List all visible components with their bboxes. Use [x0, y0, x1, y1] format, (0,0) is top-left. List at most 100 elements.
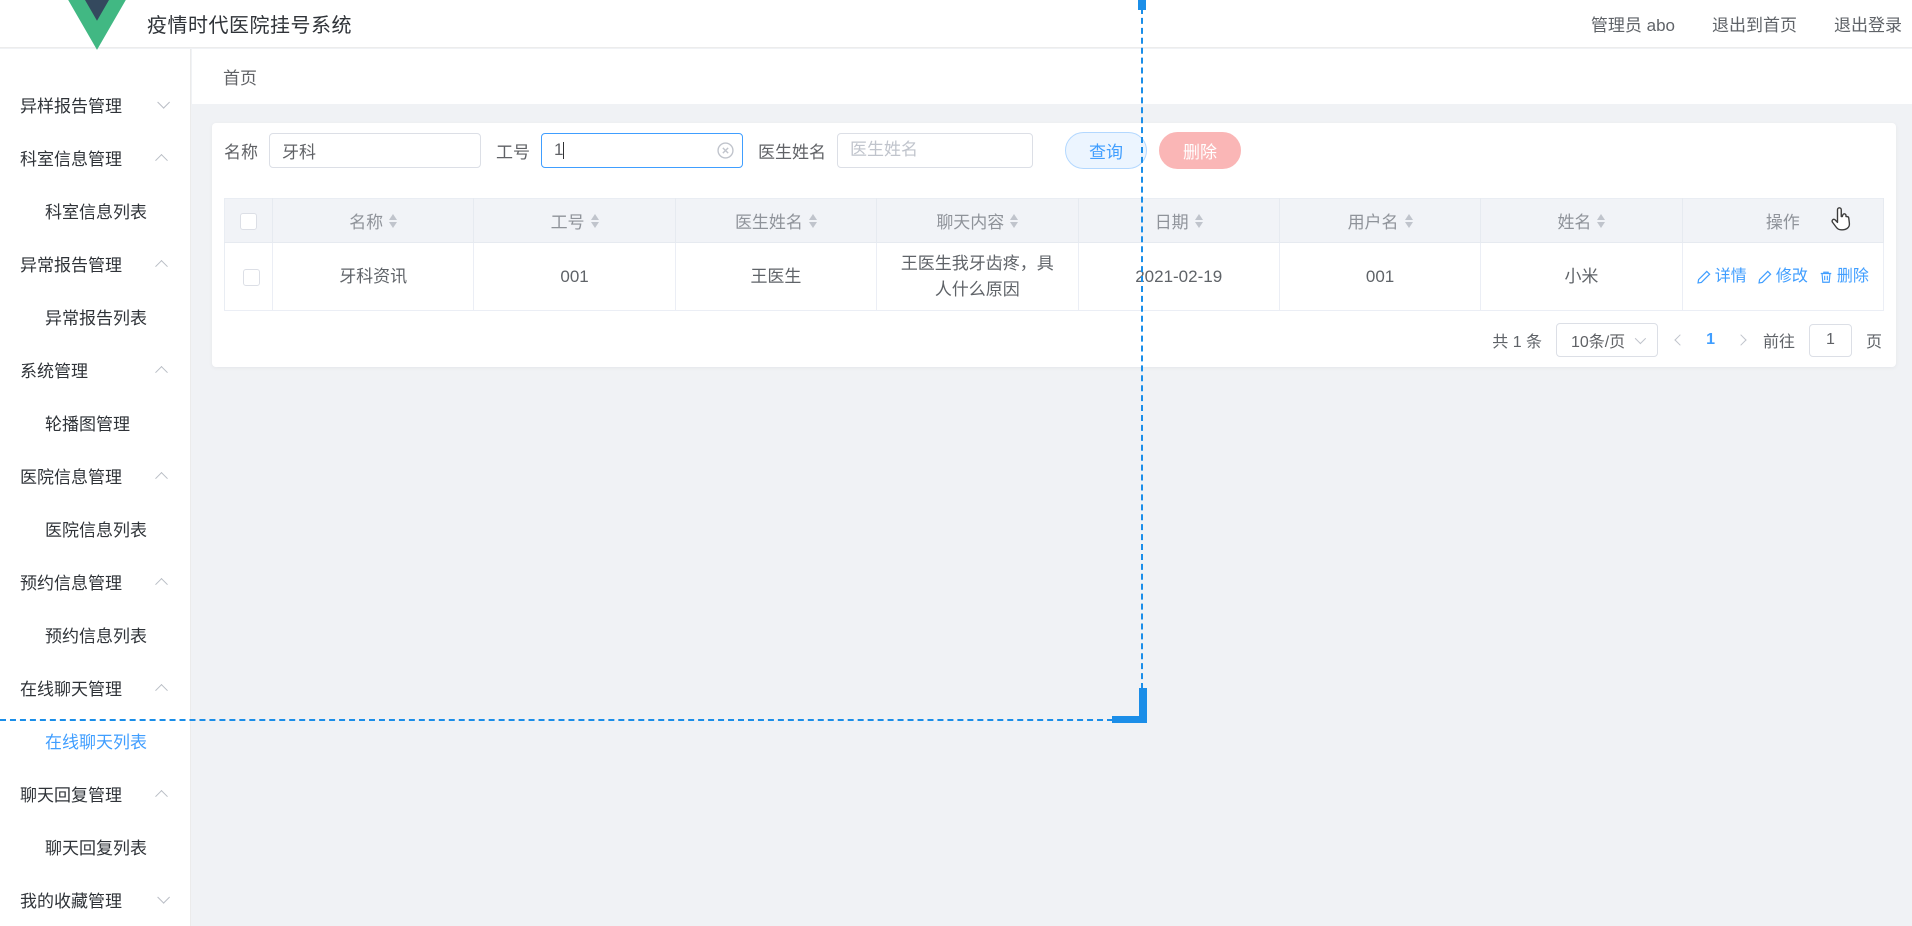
chevron-up-icon	[155, 259, 168, 273]
next-page-button[interactable]	[1733, 332, 1749, 348]
sidebar: 异样报告管理 科室信息管理 科室信息列表 异常报告管理 异常报告列表 系统管理 …	[0, 49, 191, 926]
select-all-checkbox-cell[interactable]	[224, 198, 273, 243]
column-header-username[interactable]: 用户名	[1279, 198, 1482, 243]
cell-name: 牙科资讯	[272, 242, 475, 311]
text-caret	[563, 141, 564, 159]
cell-username: 001	[1279, 242, 1482, 311]
name-label: 名称	[224, 142, 258, 162]
worker-id-label: 工号	[496, 142, 530, 162]
sidebar-group-unusual-report[interactable]: 异样报告管理	[0, 78, 190, 131]
app-header: 疫情时代医院挂号系统 管理员 abo 退出到首页 退出登录	[0, 0, 1912, 50]
pagination: 共 1 条 10条/页 1 前往 页	[224, 323, 1884, 357]
column-header-content[interactable]: 聊天内容	[876, 198, 1079, 243]
table-header-row: 名称 工号 医生姓名 聊天内容 日期 用户名 姓名 操作	[224, 198, 1885, 243]
page-size-select[interactable]: 10条/页	[1556, 323, 1659, 357]
header-user-area: 管理员 abo 退出到首页 退出登录	[1591, 11, 1912, 36]
column-header-worker-id[interactable]: 工号	[473, 198, 676, 243]
chevron-left-icon	[1674, 334, 1686, 346]
sidebar-item-carousel-management[interactable]: 轮播图管理	[0, 396, 190, 449]
sidebar-item-online-chat-list[interactable]: 在线聊天列表	[0, 714, 190, 767]
selection-corner-handle	[1112, 716, 1147, 723]
sidebar-group-chat-reply[interactable]: 聊天回复管理	[0, 767, 190, 820]
selection-line-cap	[1138, 0, 1146, 10]
breadcrumb: 首页	[192, 49, 1912, 104]
page-unit-label: 页	[1865, 334, 1882, 351]
sort-carets-icon[interactable]	[808, 213, 817, 228]
sidebar-group-my-favorites[interactable]: 我的收藏管理	[0, 873, 190, 926]
selection-horizontal-dashed-line	[0, 719, 1113, 721]
chat-table: 名称 工号 医生姓名 聊天内容 日期 用户名 姓名 操作 牙科资讯 001 王医…	[224, 198, 1885, 311]
cell-doctor: 王医生	[675, 242, 878, 311]
goto-page-input[interactable]	[1808, 323, 1852, 357]
sidebar-group-hospital-info[interactable]: 医院信息管理	[0, 449, 190, 502]
circle-close-icon[interactable]	[717, 141, 734, 159]
sidebar-group-department-info[interactable]: 科室信息管理	[0, 131, 190, 184]
delete-button[interactable]: 删除	[1159, 131, 1241, 169]
edit-pencil-icon	[1758, 270, 1772, 284]
sidebar-item-department-info-list[interactable]: 科室信息列表	[0, 184, 190, 237]
vue-logo-icon	[55, 0, 139, 50]
sidebar-item-hospital-info-list[interactable]: 医院信息列表	[0, 502, 190, 555]
goto-label: 前往	[1762, 334, 1795, 351]
app: 疫情时代医院挂号系统 管理员 abo 退出到首页 退出登录 异样报告管理 科室信…	[0, 0, 1912, 926]
sort-carets-icon[interactable]	[1010, 213, 1019, 228]
doctor-name-input[interactable]	[837, 132, 1033, 168]
selection-vertical-dashed-line	[1141, 8, 1143, 689]
column-header-realname[interactable]: 姓名	[1480, 198, 1683, 243]
chevron-up-icon	[155, 789, 168, 803]
sidebar-item-abnormal-report-list[interactable]: 异常报告列表	[0, 290, 190, 343]
content-area: 名称 工号	[192, 104, 1912, 367]
chevron-up-icon	[155, 153, 168, 167]
sidebar-group-system[interactable]: 系统管理	[0, 343, 190, 396]
sidebar-group-online-chat[interactable]: 在线聊天管理	[0, 661, 190, 714]
chevron-up-icon	[155, 471, 168, 485]
column-header-date[interactable]: 日期	[1078, 198, 1280, 243]
sort-carets-icon[interactable]	[590, 213, 599, 228]
name-input[interactable]	[269, 132, 481, 168]
row-checkbox[interactable]	[243, 268, 260, 286]
logout-link[interactable]: 退出登录	[1834, 11, 1902, 36]
column-header-doctor[interactable]: 医生姓名	[675, 198, 878, 243]
chevron-down-icon	[157, 891, 170, 904]
chevron-up-icon	[155, 683, 168, 697]
doctor-name-label: 医生姓名	[758, 142, 826, 162]
chevron-up-icon	[155, 577, 168, 591]
sidebar-group-appointment-info[interactable]: 预约信息管理	[0, 555, 190, 608]
column-header-name[interactable]: 名称	[272, 198, 475, 243]
cell-date: 2021-02-19	[1078, 242, 1280, 311]
edit-pencil-icon	[1697, 270, 1711, 284]
trash-icon	[1820, 271, 1832, 283]
app-title: 疫情时代医院挂号系统	[147, 15, 352, 37]
sort-carets-icon[interactable]	[1404, 213, 1413, 228]
sort-carets-icon[interactable]	[1194, 213, 1203, 228]
worker-id-input[interactable]	[541, 132, 743, 168]
row-checkbox-cell[interactable]	[224, 242, 273, 311]
exit-to-home-link[interactable]: 退出到首页	[1712, 11, 1797, 36]
query-button[interactable]: 查询	[1065, 131, 1147, 169]
total-count-label: 共 1 条	[1492, 334, 1543, 351]
sidebar-item-appointment-info-list[interactable]: 预约信息列表	[0, 608, 190, 661]
content-card: 名称 工号	[212, 123, 1896, 367]
current-page-number[interactable]: 1	[1702, 331, 1719, 349]
search-form: 名称 工号	[224, 131, 1884, 169]
cell-actions: 详情 修改 删除	[1682, 242, 1885, 311]
chevron-right-icon	[1735, 334, 1747, 346]
admin-user-label: 管理员 abo	[1590, 16, 1675, 35]
breadcrumb-home[interactable]: 首页	[223, 64, 257, 89]
sidebar-group-abnormal-report[interactable]: 异常报告管理	[0, 237, 190, 290]
edit-link[interactable]: 修改	[1758, 265, 1808, 289]
sidebar-item-chat-reply-list[interactable]: 聊天回复列表	[0, 820, 190, 873]
sort-carets-icon[interactable]	[1597, 213, 1606, 228]
chevron-down-icon	[157, 96, 170, 109]
chevron-down-icon	[1634, 332, 1647, 345]
sort-carets-icon[interactable]	[389, 213, 398, 228]
prev-page-button[interactable]	[1672, 332, 1688, 348]
delete-link[interactable]: 删除	[1819, 265, 1869, 289]
cell-realname: 小米	[1480, 242, 1683, 311]
table-row: 牙科资讯 001 王医生 王医生我牙齿疼，具人什么原因 2021-02-19 0…	[224, 242, 1885, 311]
chevron-up-icon	[155, 365, 168, 379]
hand-pointer-cursor-icon	[1826, 204, 1856, 239]
cell-worker-id: 001	[473, 242, 676, 311]
select-all-checkbox[interactable]	[240, 212, 257, 230]
detail-link[interactable]: 详情	[1697, 265, 1747, 289]
